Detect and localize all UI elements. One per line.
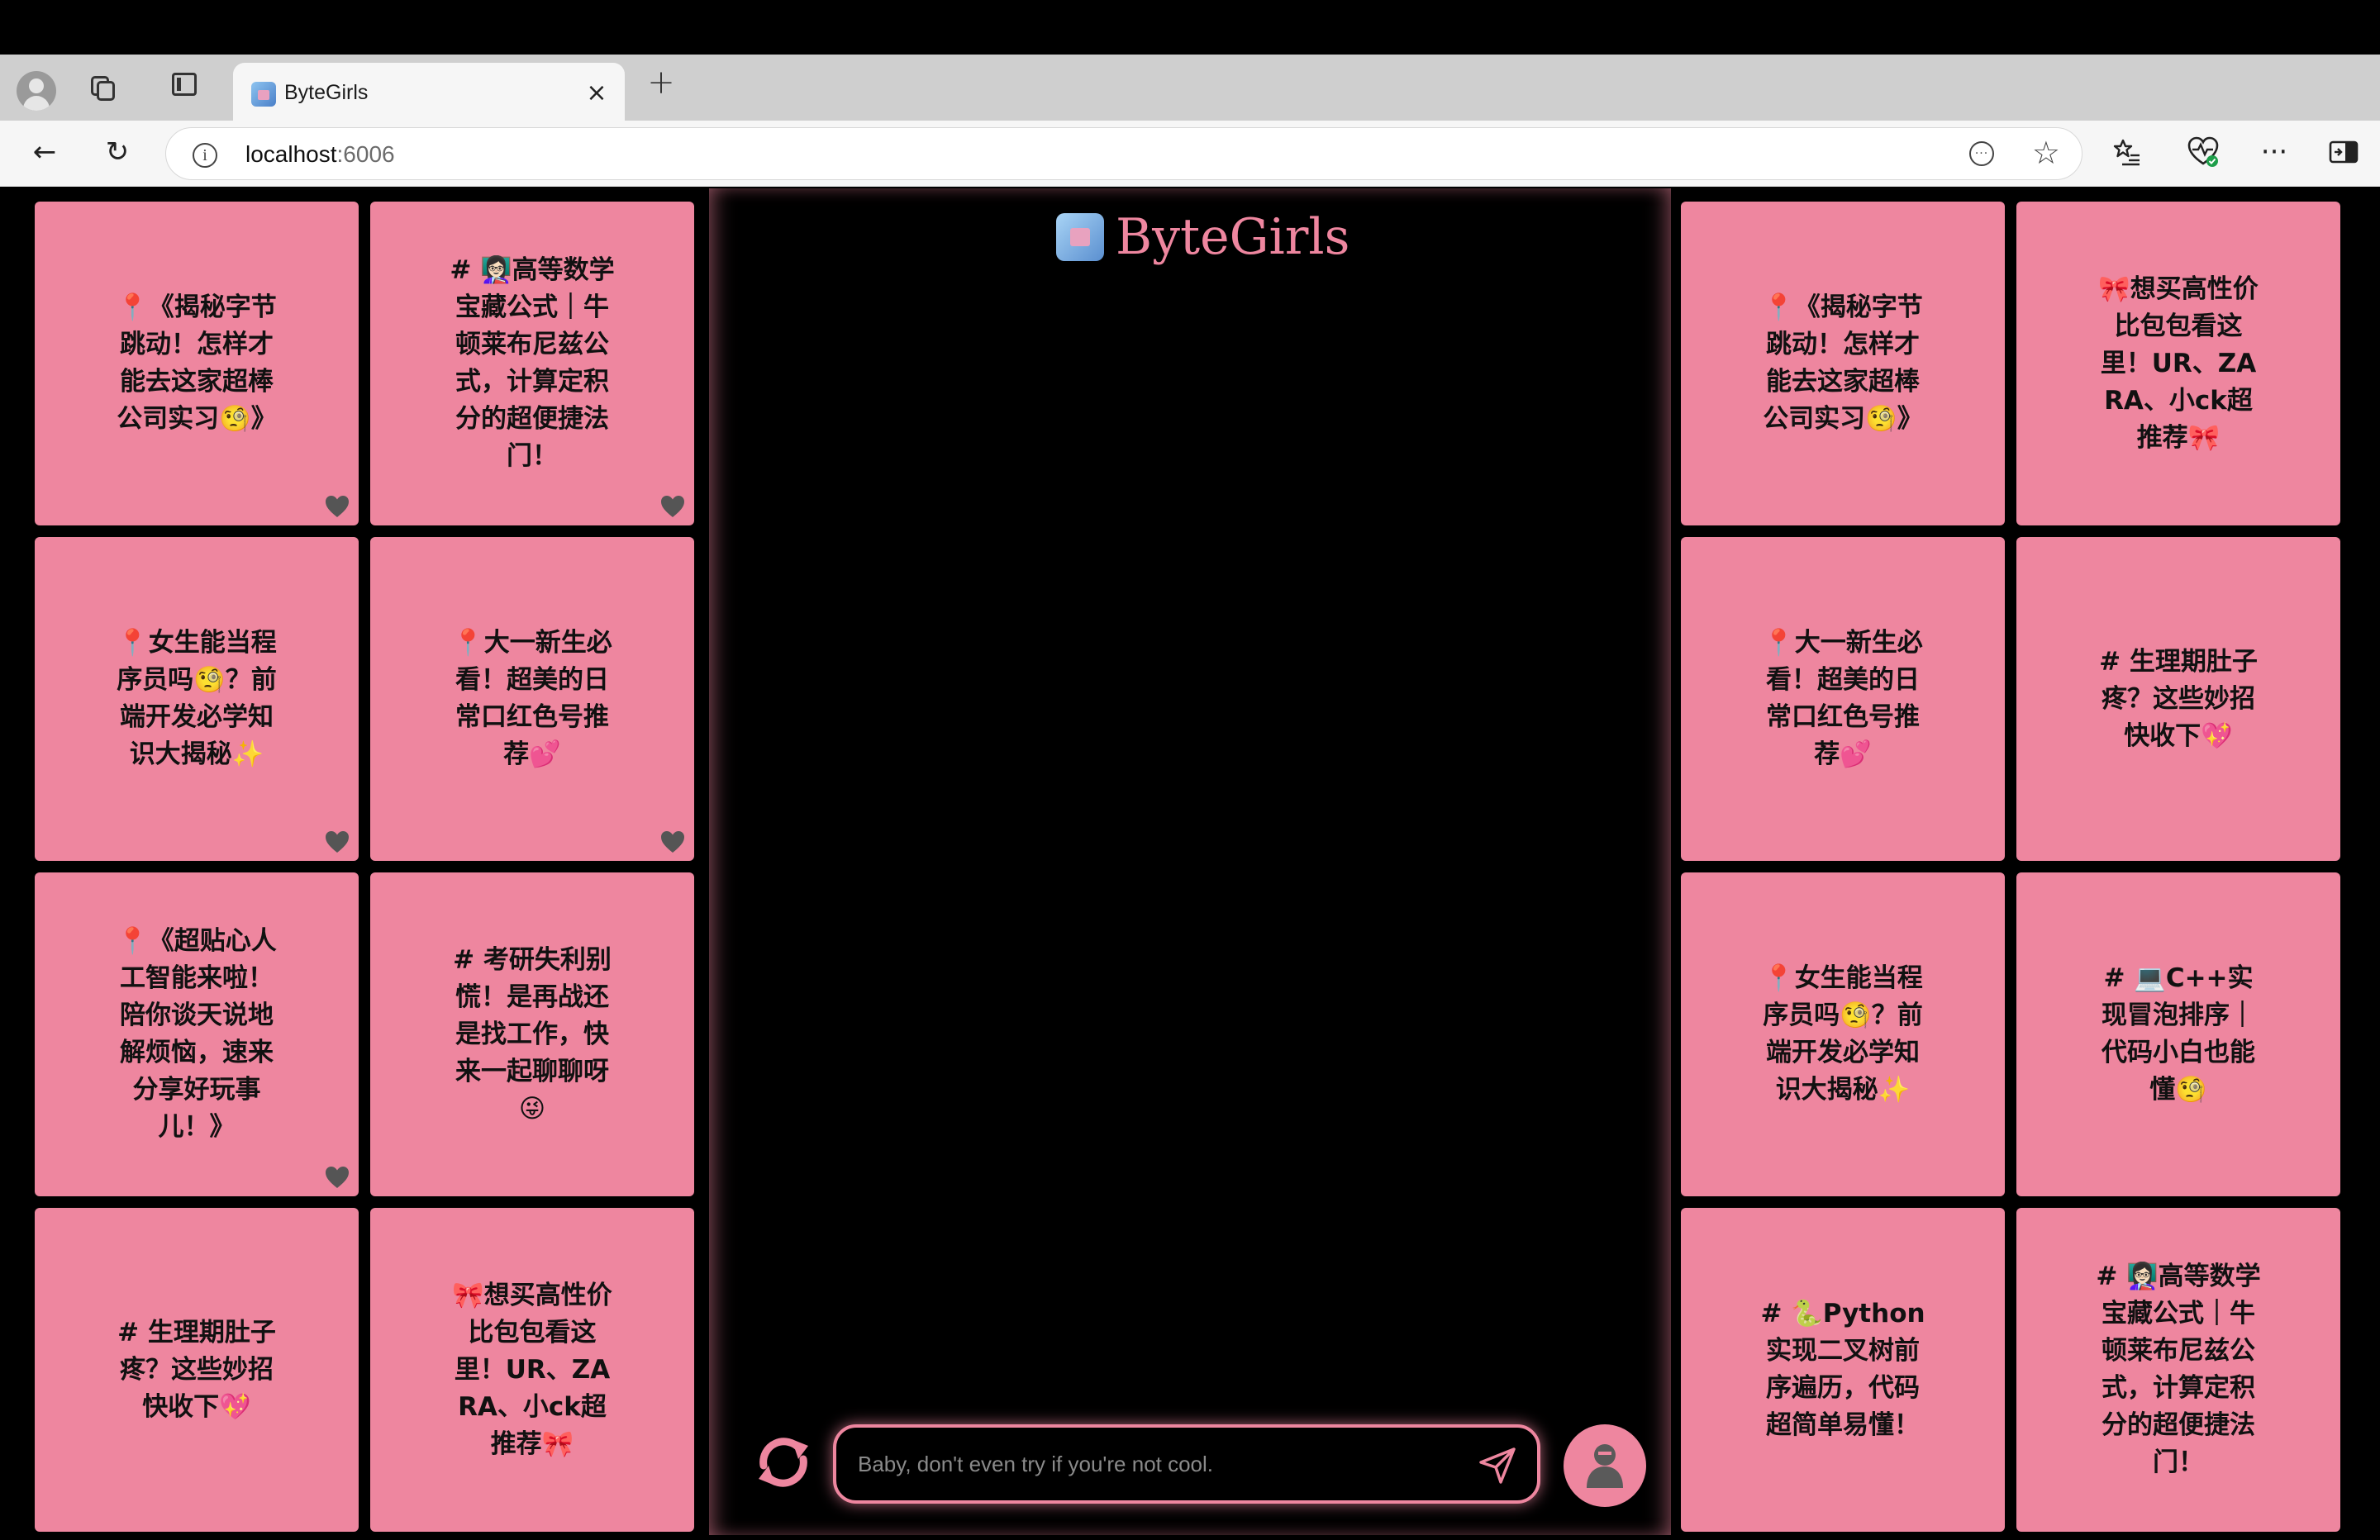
profile-icon[interactable]	[17, 71, 56, 111]
chat-input[interactable]	[858, 1444, 1453, 1484]
post-title: 📍《超贴心人工智能来啦！陪你谈天说地解烦恼，速来分享好玩事儿！》	[117, 926, 277, 1142]
tab-title: ByteGirls	[284, 81, 369, 104]
post-title: 📍《揭秘字节跳动！怎样才能去这家超棒公司实习🧐》	[117, 292, 277, 434]
post-card[interactable]: 📍大一新生必看！超美的日常口红色号推荐💕	[370, 537, 694, 861]
tab-strip: ByteGirls × +	[0, 55, 2380, 121]
tab-bytegirls[interactable]: ByteGirls ×	[233, 63, 625, 121]
post-card[interactable]: # 考研失利别慌！是再战还是找工作，快来一起聊聊呀😜	[370, 872, 694, 1196]
brand-logo-icon	[1056, 213, 1104, 261]
browser-health-icon[interactable]	[2185, 134, 2221, 170]
heart-icon[interactable]	[659, 494, 686, 519]
post-title: 📍女生能当程序员吗🧐？前端开发必学知识大揭秘✨	[1763, 963, 1923, 1105]
post-card[interactable]: 📍女生能当程序员吗🧐？前端开发必学知识大揭秘✨	[35, 537, 359, 861]
post-card[interactable]: # 💻C++实现冒泡排序｜代码小白也能懂🧐	[2016, 872, 2340, 1196]
more-options-icon[interactable]: ···	[2256, 134, 2292, 170]
post-card[interactable]: 📍《超贴心人工智能来啦！陪你谈天说地解烦恼，速来分享好玩事儿！》	[35, 872, 359, 1196]
post-title: # 生理期肚子疼？这些妙招快收下💖	[117, 1317, 276, 1422]
post-title: # 👩🏻‍🏫高等数学宝藏公式｜牛顿莱布尼兹公式，计算定积分的超便捷法门！	[2096, 1262, 2261, 1477]
heart-icon[interactable]	[324, 494, 350, 519]
post-title: 📍大一新生必看！超美的日常口红色号推荐💕	[1763, 628, 1923, 769]
heart-icon[interactable]	[324, 829, 350, 854]
heart-icon[interactable]	[659, 829, 686, 854]
close-icon[interactable]: ×	[582, 78, 612, 107]
chat-panel: ByteGirls	[709, 188, 1671, 1535]
reload-icon[interactable]: ↻	[99, 134, 136, 170]
chat-input-container	[833, 1424, 1540, 1504]
workspaces-icon[interactable]	[86, 71, 119, 104]
site-info-icon[interactable]: i	[193, 143, 217, 168]
url-host: localhost	[245, 141, 337, 167]
post-card[interactable]: # 🐍Python实现二叉树前序遍历，代码超简单易懂！	[1681, 1208, 2005, 1532]
favorite-star-icon[interactable]: ☆	[2032, 135, 2060, 171]
post-title: # 考研失利别慌！是再战还是找工作，快来一起聊聊呀😜	[453, 944, 612, 1124]
right-card-grid: 📍《揭秘字节跳动！怎样才能去这家超棒公司实习🧐》 🎀想买高性价比包包看这里！UR、…	[1681, 202, 2342, 1532]
os-menu-bar	[0, 0, 2380, 55]
favicon-icon	[251, 82, 276, 107]
sidebar-toggle-icon[interactable]	[2325, 134, 2362, 170]
read-aloud-icon[interactable]: ···	[1969, 141, 1994, 166]
post-title: 📍大一新生必看！超美的日常口红色号推荐💕	[452, 628, 612, 769]
browser-toolbar: ← ↻ i localhost:6006 ··· ☆ ···	[0, 121, 2380, 187]
post-card[interactable]: # 生理期肚子疼？这些妙招快收下💖	[35, 1208, 359, 1532]
post-title: 🎀想买高性价比包包看这里！UR、ZARA、小ck超推荐🎀	[452, 1280, 612, 1459]
post-title: # 生理期肚子疼？这些妙招快收下💖	[2099, 646, 2258, 751]
post-title: # 👩🏻‍🏫高等数学宝藏公式｜牛顿莱布尼兹公式，计算定积分的超便捷法门！	[450, 255, 615, 471]
post-card[interactable]: 🎀想买高性价比包包看这里！UR、ZARA、小ck超推荐🎀	[2016, 202, 2340, 525]
post-title: 📍女生能当程序员吗🧐？前端开发必学知识大揭秘✨	[117, 628, 277, 769]
post-card[interactable]: 📍《揭秘字节跳动！怎样才能去这家超棒公司实习🧐》	[1681, 202, 2005, 525]
post-card[interactable]: 📍《揭秘字节跳动！怎样才能去这家超棒公司实习🧐》	[35, 202, 359, 525]
app-page: 📍《揭秘字节跳动！怎样才能去这家超棒公司实习🧐》 # 👩🏻‍🏫高等数学宝藏公式｜牛…	[7, 188, 2373, 1535]
brand-name: ByteGirls	[1116, 208, 1350, 266]
post-card[interactable]: # 👩🏻‍🏫高等数学宝藏公式｜牛顿莱布尼兹公式，计算定积分的超便捷法门！	[370, 202, 694, 525]
heart-icon[interactable]	[324, 1165, 350, 1190]
post-card[interactable]: 📍大一新生必看！超美的日常口红色号推荐💕	[1681, 537, 2005, 861]
user-silhouette-icon	[1587, 1444, 1623, 1488]
brand-header: ByteGirls	[1056, 208, 1349, 266]
refresh-icon[interactable]	[749, 1428, 818, 1497]
post-title: 📍《揭秘字节跳动！怎样才能去这家超棒公司实习🧐》	[1763, 292, 1923, 434]
url-text[interactable]: localhost:6006	[245, 141, 395, 168]
send-icon[interactable]	[1478, 1446, 1517, 1485]
post-title: # 💻C++实现冒泡排序｜代码小白也能懂🧐	[2102, 963, 2255, 1105]
left-card-grid: 📍《揭秘字节跳动！怎样才能去这家超棒公司实习🧐》 # 👩🏻‍🏫高等数学宝藏公式｜牛…	[35, 202, 696, 1532]
left-card-column: 📍《揭秘字节跳动！怎样才能去这家超棒公司实习🧐》 # 👩🏻‍🏫高等数学宝藏公式｜牛…	[7, 188, 701, 1535]
address-bar[interactable]: i localhost:6006 ··· ☆	[165, 127, 2082, 180]
post-title: 🎀想买高性价比包包看这里！UR、ZARA、小ck超推荐🎀	[2098, 273, 2259, 453]
url-port: :6006	[336, 141, 395, 167]
post-card[interactable]: 🎀想买高性价比包包看这里！UR、ZARA、小ck超推荐🎀	[370, 1208, 694, 1532]
post-title: # 🐍Python实现二叉树前序遍历，代码超简单易懂！	[1760, 1299, 1925, 1440]
vertical-tabs-icon[interactable]	[172, 73, 197, 96]
post-card[interactable]: # 生理期肚子疼？这些妙招快收下💖	[2016, 537, 2340, 861]
post-card[interactable]: 📍女生能当程序员吗🧐？前端开发必学知识大揭秘✨	[1681, 872, 2005, 1196]
right-card-column: 📍《揭秘字节跳动！怎样才能去这家超棒公司实习🧐》 🎀想买高性价比包包看这里！UR、…	[1679, 188, 2373, 1535]
new-tab-icon[interactable]: +	[645, 64, 678, 102]
back-arrow-icon[interactable]: ←	[26, 134, 63, 170]
user-avatar-button[interactable]	[1564, 1424, 1646, 1507]
favorites-list-icon[interactable]	[2109, 134, 2145, 170]
post-card[interactable]: # 👩🏻‍🏫高等数学宝藏公式｜牛顿莱布尼兹公式，计算定积分的超便捷法门！	[2016, 1208, 2340, 1532]
